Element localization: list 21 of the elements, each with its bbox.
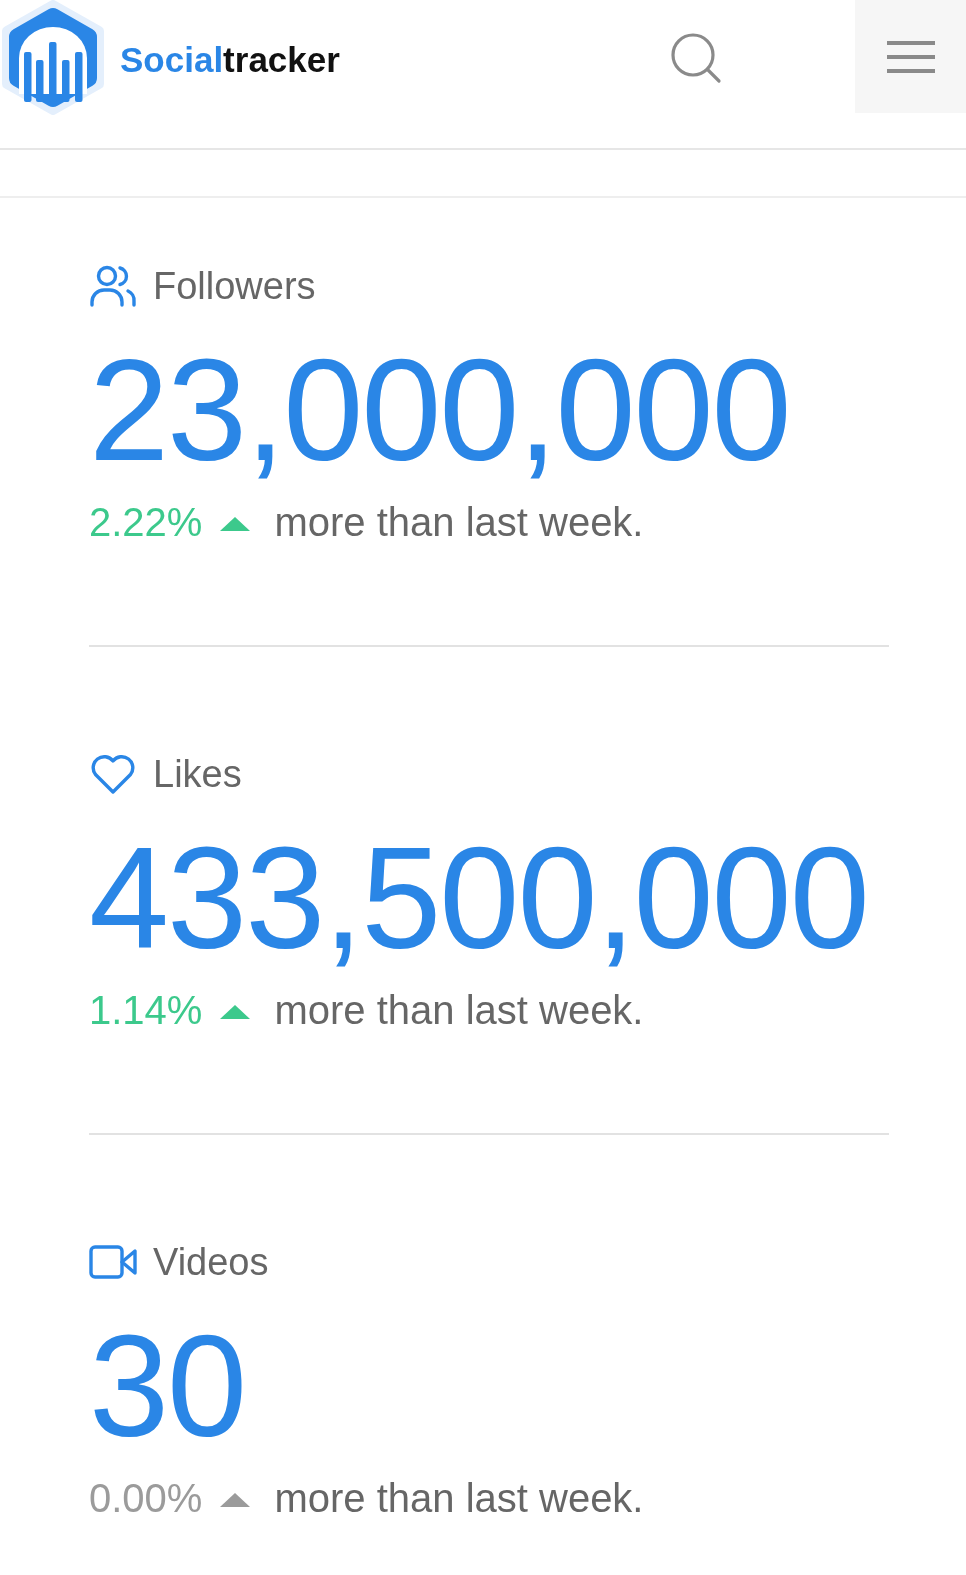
- change-percent: 1.14%: [89, 987, 203, 1033]
- video-camera-icon: [89, 1245, 137, 1279]
- menu-button[interactable]: [855, 0, 966, 113]
- search-icon: [670, 31, 722, 84]
- change-description: more than last week.: [274, 499, 644, 545]
- stat-label: Followers: [153, 264, 316, 309]
- heart-icon: [89, 753, 137, 795]
- menu-icon: [886, 40, 935, 73]
- change-description: more than last week.: [274, 987, 644, 1033]
- stat-value: 23,000,000: [89, 339, 790, 483]
- brand-name[interactable]: Socialtracker: [120, 39, 340, 80]
- change-percent: 2.22%: [89, 499, 203, 545]
- users-icon: [89, 264, 137, 308]
- stat-value: 433,500,000: [89, 827, 868, 971]
- change-description: more than last week.: [274, 1475, 644, 1521]
- stat-value: 30: [89, 1315, 246, 1459]
- stat-label: Videos: [153, 1240, 269, 1285]
- logo-icon[interactable]: [0, 0, 106, 115]
- stat-label: Likes: [153, 752, 242, 797]
- search-button[interactable]: [669, 30, 723, 85]
- change-percent: 0.00%: [89, 1475, 203, 1521]
